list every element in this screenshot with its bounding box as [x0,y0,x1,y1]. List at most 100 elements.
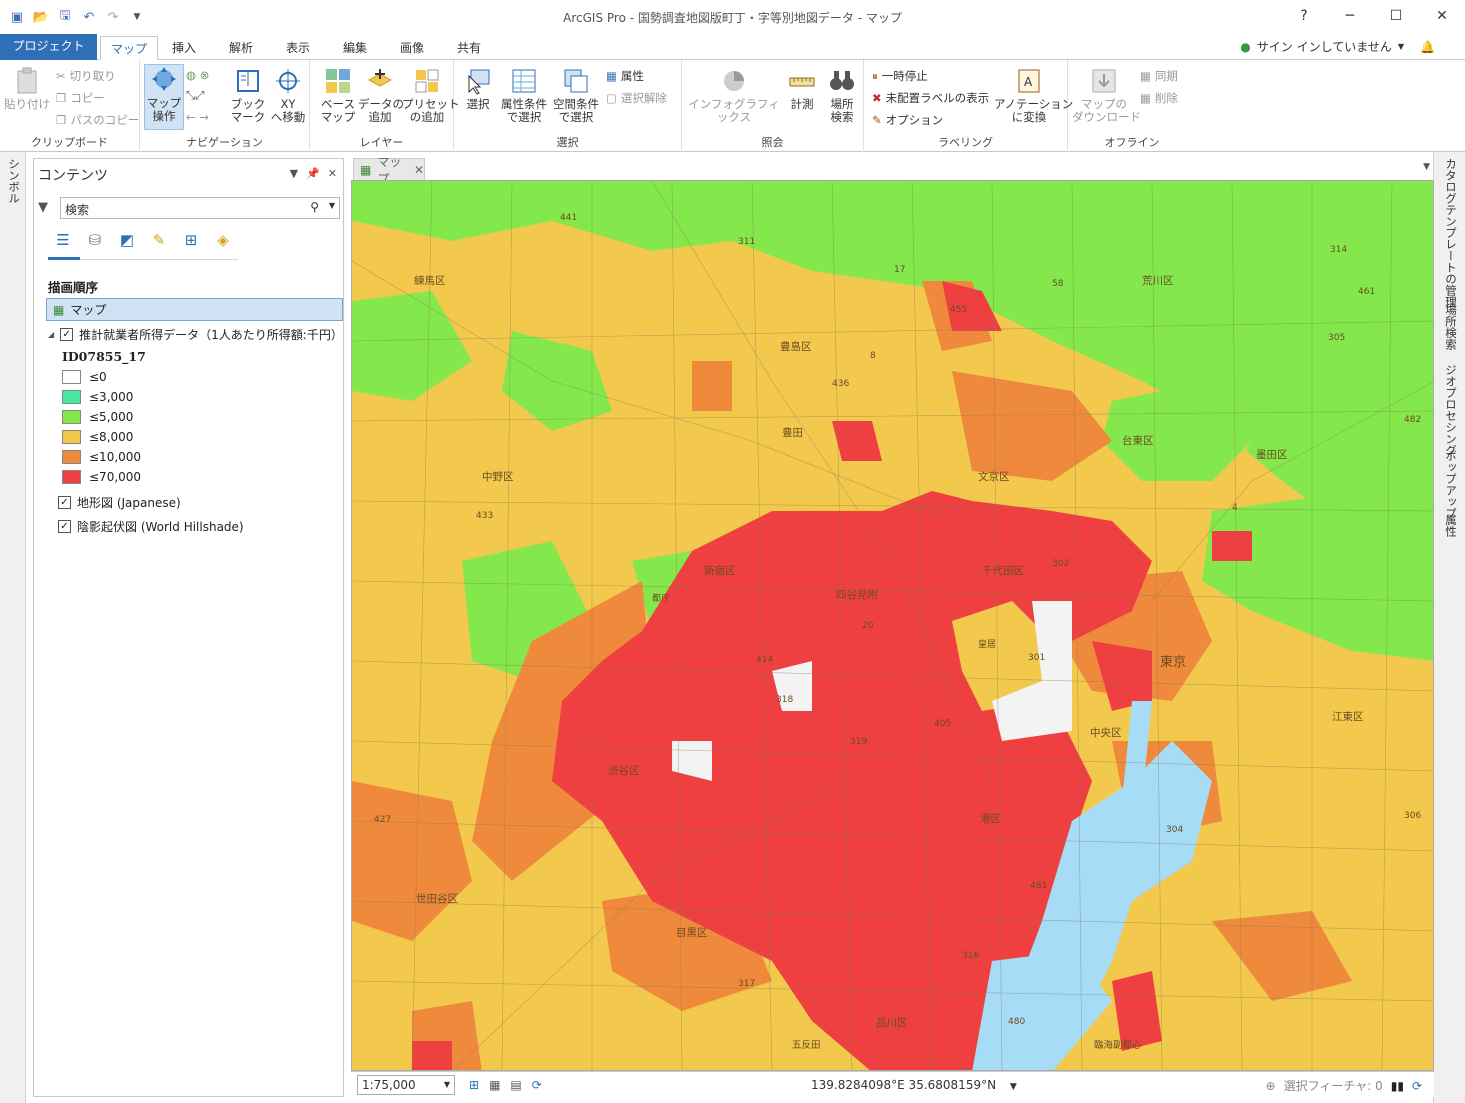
select-button[interactable]: 選択 [458,66,498,111]
convert-to-annotation-button[interactable]: A アノテーション に変換 [994,66,1073,124]
label-options-button[interactable]: ✎ オプション [872,112,943,128]
pin-icon[interactable]: 📌 [306,167,320,180]
clipboard-group-label: クリップボード [31,136,108,149]
legend-class-0[interactable]: ≤0 [62,370,107,384]
map-tabs-menu-icon[interactable]: ▼ [1423,162,1430,172]
redo-icon[interactable]: ↷ [104,8,122,26]
new-project-icon[interactable]: ▣ [8,8,26,26]
search-icon[interactable]: ⚲ [310,200,319,214]
fixed-zoom-icon[interactable]: ⊞ [469,1078,479,1092]
minimize-button[interactable]: ─ [1327,0,1373,32]
full-extent-icon[interactable]: ⤡⤢ [186,88,204,103]
toc-layer-topographic[interactable]: ✓ 地形図 (Japanese) [58,494,181,511]
infographics-button[interactable]: インフォグラフィックス [686,66,782,124]
coord-format-chevron-icon[interactable]: ▼ [1010,1082,1017,1092]
symbology-pane-tab[interactable]: シンボル [6,158,22,204]
labeling-view-icon[interactable]: ◈ [212,229,234,251]
choropleth-map[interactable] [352,181,1434,1071]
tab-share[interactable]: 共有 [447,36,491,60]
paste-button[interactable]: 貼り付け [4,66,50,111]
close-button[interactable]: ✕ [1419,0,1465,32]
map-pane: ▦ マップ ✕ ▼ 練馬区 豊島区 荒川区 台東区 墨田区 中野区 文京区 新宿… [351,155,1434,1097]
attributes-tab[interactable]: 属性 [1443,514,1459,537]
refresh-icon[interactable]: ⟳ [1412,1079,1422,1093]
sync-button[interactable]: ▦ 同期 [1140,68,1178,84]
table-icon[interactable]: ▤ [510,1078,521,1092]
pause-drawing-icon[interactable]: ▮▮ [1391,1079,1404,1093]
remove-button[interactable]: ▦ 削除 [1140,90,1178,106]
bookmarks-button[interactable]: ブック マーク [228,66,268,124]
select-by-location-button[interactable]: 空間条件 で選択 [550,66,602,124]
open-project-icon[interactable]: 📂 [32,8,50,26]
toc-layer-hillshade[interactable]: ✓ 陰影起伏図 (World Hillshade) [58,518,244,535]
coordinate-value: 139.8284098°E 35.6808159°N [811,1078,997,1092]
pane-close-icon[interactable]: ✕ [328,167,337,180]
map-view[interactable]: 練馬区 豊島区 荒川区 台東区 墨田区 中野区 文京区 新宿区 千代田区 東京 … [351,180,1434,1071]
search-dropdown-icon[interactable]: ▼ [329,201,335,210]
grid-icon[interactable]: ▦ [489,1078,500,1092]
popup-tab[interactable]: ポップアップ [1443,450,1459,519]
pane-menu-icon[interactable]: ▼ [290,167,298,180]
tab-insert[interactable]: 挿入 [162,36,206,60]
tab-project[interactable]: プロジェクト [0,34,97,60]
user-icon: ● [1240,39,1251,54]
map-view-tab[interactable]: ▦ マップ ✕ [353,155,425,186]
prev-next-extent-icon[interactable]: ← → [186,110,209,124]
save-project-icon[interactable]: 🖫 [56,8,74,26]
locate-pane-tab[interactable]: 場所検索 [1443,304,1459,350]
legend-class-4[interactable]: ≤10,000 [62,450,141,464]
legend-class-3[interactable]: ≤8,000 [62,430,133,444]
layer-visibility-checkbox[interactable]: ✓ [58,496,71,509]
manage-templates-tab[interactable]: テンプレートの管理 [1443,204,1459,308]
geoprocessing-tab[interactable]: ジオプロセシング [1443,364,1459,456]
download-map-button[interactable]: マップの ダウンロード [1072,66,1141,124]
globe-icon[interactable]: ◍ ⊗ [186,68,209,82]
explore-button[interactable]: マップ 操作 [144,64,184,130]
locate-button[interactable]: 場所 検索 [822,66,862,124]
sign-in-status[interactable]: ● サイン インしていません ▼ 🔔 [1240,38,1435,55]
notification-bell-icon[interactable]: 🔔 [1420,40,1435,54]
toc-map-item[interactable]: ▦ マップ [46,298,343,321]
expand-icon[interactable]: ◢ [48,330,54,339]
goto-xy-button[interactable]: XY へ移動 [268,66,308,124]
snapping-view-icon[interactable]: ⊞ [180,229,202,251]
add-preset-button[interactable]: プリセット の追加 [402,66,460,124]
tab-view[interactable]: 表示 [276,36,320,60]
pause-labels-button[interactable]: ⏸ 一時停止 [872,68,928,84]
data-source-icon[interactable]: ⛁ [84,229,106,251]
catalog-pane-tab[interactable]: カタログ [1443,158,1459,204]
contents-search-input[interactable]: 検索 ⚲ ▼ [60,197,340,219]
rotate-icon[interactable]: ⟳ [532,1078,542,1092]
select-by-attributes-button[interactable]: 属性条件 で選択 [498,66,550,124]
tab-map[interactable]: マップ [100,36,159,60]
selection-view-icon[interactable]: ◩ [116,229,138,251]
contents-pane: コンテンツ ▼ 📌 ✕ ▼ 検索 ⚲ ▼ ☰ ⛁ ◩ ✎ ⊞ ◈ 描画順序 ▦ … [33,158,344,1097]
copy-button[interactable]: ❐ コピー [56,90,105,106]
basemap-button[interactable]: ベース マップ [316,66,360,124]
maximize-button[interactable]: ☐ [1373,0,1419,32]
unplaced-labels-button[interactable]: ✖ 未配置ラベルの表示 [872,90,989,106]
cut-button[interactable]: ✂ 切り取り [56,68,116,84]
layer-visibility-checkbox[interactable]: ✓ [60,328,74,341]
map-tab-close-icon[interactable]: ✕ [414,163,424,177]
legend-class-2[interactable]: ≤5,000 [62,410,133,424]
customize-qat-icon[interactable]: ▼ [128,8,146,26]
editing-view-icon[interactable]: ✎ [148,229,170,251]
clear-selection-button[interactable]: ▢ 選択解除 [606,90,667,106]
copy-path-button[interactable]: ❐ パスのコピー [56,112,139,128]
legend-class-5[interactable]: ≤70,000 [62,470,141,484]
undo-icon[interactable]: ↶ [80,8,98,26]
layer-visibility-checkbox[interactable]: ✓ [58,520,71,533]
tab-imagery[interactable]: 画像 [390,36,434,60]
tab-edit[interactable]: 編集 [333,36,377,60]
measure-button[interactable]: 計測 [782,66,822,111]
filter-icon[interactable]: ▼ [38,200,48,215]
tab-analysis[interactable]: 解析 [219,36,263,60]
attributes-button[interactable]: ▦ 属性 [606,68,644,84]
scale-dropdown[interactable]: 1:75,000 ▼ [357,1074,455,1095]
legend-class-1[interactable]: ≤3,000 [62,390,133,404]
add-data-button[interactable]: データの 追加 [358,66,404,124]
drawing-order-icon[interactable]: ☰ [52,229,74,251]
help-button[interactable]: ? [1281,0,1327,32]
toc-layer-income[interactable]: ◢ ✓ 推計就業者所得データ（1人あたり所得額:千円） [48,326,343,343]
